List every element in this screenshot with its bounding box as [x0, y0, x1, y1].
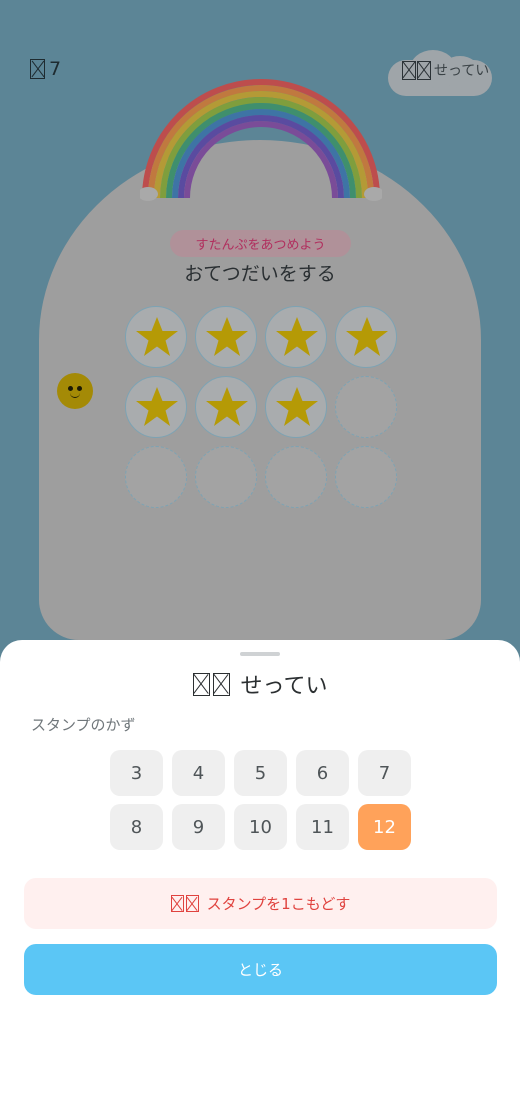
- gear-icon: [192, 672, 210, 696]
- star-icon: [136, 317, 178, 356]
- stamp-slot-empty[interactable]: [335, 376, 397, 438]
- stamp-count-option-3[interactable]: 3: [110, 750, 163, 796]
- stamp-count-section-label: スタンプのかず: [31, 716, 136, 734]
- rainbow-decoration: [140, 79, 382, 201]
- stamp-count-option-11[interactable]: 11: [296, 804, 349, 850]
- undo-icon-secondary: [185, 895, 199, 912]
- stamp-slot-filled[interactable]: [265, 376, 327, 438]
- stamp-slot-filled[interactable]: [265, 306, 327, 368]
- undo-icon: [170, 895, 184, 912]
- star-icon: [276, 317, 318, 356]
- sheet-grabber[interactable]: [240, 652, 280, 656]
- stamp-slot-empty[interactable]: [265, 446, 327, 508]
- sheet-title: せってい: [0, 668, 520, 700]
- star-icon: [276, 387, 318, 426]
- stamp-count-indicator: 7: [30, 58, 61, 80]
- stamp-grid: [125, 306, 397, 508]
- stamp-count-option-12[interactable]: 12: [358, 804, 411, 850]
- settings-button[interactable]: せってい: [388, 48, 492, 98]
- stamp-slot-empty[interactable]: [195, 446, 257, 508]
- stamp-icon: [30, 59, 45, 79]
- stamp-count-option-5[interactable]: 5: [234, 750, 287, 796]
- stamp-count-option-10[interactable]: 10: [234, 804, 287, 850]
- gear-icon-secondary: [212, 672, 230, 696]
- sheet-title-label: せってい: [240, 674, 328, 699]
- gear-icon: [402, 60, 416, 80]
- stamp-count-option-6[interactable]: 6: [296, 750, 349, 796]
- stamp-slot-filled[interactable]: [195, 306, 257, 368]
- star-icon: [206, 317, 248, 356]
- stamp-slot-filled[interactable]: [125, 376, 187, 438]
- star-icon: [136, 387, 178, 426]
- settings-button-label: せってい: [434, 63, 490, 79]
- stamp-slot-empty[interactable]: [335, 446, 397, 508]
- gear-icon-secondary: [417, 60, 431, 80]
- settings-sheet: せってい スタンプのかず 3 4 5 6 7 8 9 10 11 12 スタンプを1こもどす とじ…: [0, 640, 520, 1120]
- mascot-face: [57, 373, 93, 409]
- close-button[interactable]: とじる: [24, 944, 497, 995]
- stamp-count-option-7[interactable]: 7: [358, 750, 411, 796]
- undo-stamp-label: スタンプを1こもどす: [206, 895, 351, 913]
- stamp-slot-filled[interactable]: [335, 306, 397, 368]
- stamp-count-value: 7: [49, 58, 62, 80]
- star-icon: [206, 387, 248, 426]
- stamp-count-option-8[interactable]: 8: [110, 804, 163, 850]
- card-subtitle-badge: すたんぷをあつめよう: [170, 230, 351, 257]
- task-title: おてつだいをする: [184, 263, 336, 285]
- star-icon: [346, 317, 388, 356]
- stamp-card-screen: 7 せってい すたんぷをあつめよう おてつだいをする せってい スタンプのかず …: [0, 0, 520, 1120]
- stamp-slot-filled[interactable]: [195, 376, 257, 438]
- stamp-slot-filled[interactable]: [125, 306, 187, 368]
- stamp-count-option-4[interactable]: 4: [172, 750, 225, 796]
- stamp-slot-empty[interactable]: [125, 446, 187, 508]
- stamp-count-option-9[interactable]: 9: [172, 804, 225, 850]
- undo-stamp-button[interactable]: スタンプを1こもどす: [24, 878, 497, 929]
